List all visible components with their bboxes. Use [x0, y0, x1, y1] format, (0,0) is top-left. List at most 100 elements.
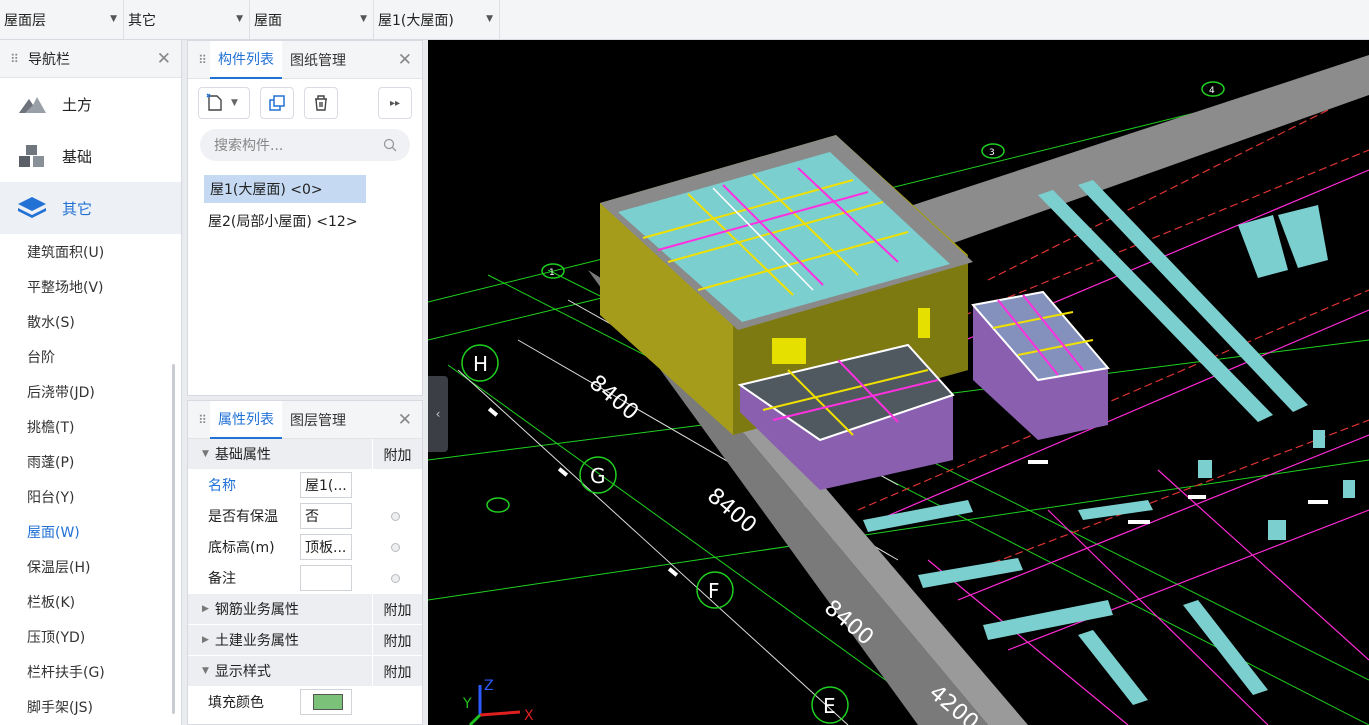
dimension-label: 8400	[584, 370, 643, 425]
chevron-down-icon: ▼	[231, 98, 238, 108]
color-swatch	[313, 694, 343, 710]
chevron-left-icon: ‹	[435, 407, 441, 421]
nav-sub-item[interactable]: 保温层(H)	[0, 549, 181, 584]
scrollbar[interactable]	[172, 364, 175, 714]
gizmo-y-label: Y	[462, 696, 472, 712]
add-checkbox[interactable]	[391, 543, 400, 552]
group-display-style[interactable]: ▼ 显示样式 附加	[188, 656, 422, 687]
component-toolbar: ▼ ▸▸	[188, 79, 422, 127]
add-checkbox[interactable]	[391, 574, 400, 583]
close-icon[interactable]: ✕	[157, 49, 171, 69]
axis-label-h: H	[473, 352, 488, 376]
gizmo-x-label: X	[524, 708, 534, 724]
more-tools-button[interactable]: ▸▸	[378, 87, 412, 119]
group-add-column: 附加	[372, 594, 422, 625]
property-value-input[interactable]: 顶板...	[300, 534, 352, 560]
item-select[interactable]: 屋1(大屋面) ▼	[374, 0, 500, 40]
nav-sub-item[interactable]: 建筑面积(U)	[0, 234, 181, 269]
add-checkbox[interactable]	[391, 512, 400, 521]
group-rebar-properties[interactable]: ▶ 钢筋业务属性 附加	[188, 594, 422, 625]
property-value-input[interactable]	[300, 565, 352, 591]
close-icon[interactable]: ✕	[398, 50, 412, 70]
property-label: 是否有保温	[208, 509, 278, 525]
axis-label-e: E	[823, 694, 836, 718]
property-row-fill-color: 填充颜色	[188, 687, 422, 718]
nav-sub-item[interactable]: 挑檐(T)	[0, 409, 181, 444]
type-select[interactable]: 其它 ▼	[124, 0, 250, 40]
group-label: 显示样式	[214, 664, 271, 680]
nav-sub-item[interactable]: 后浇带(JD)	[0, 374, 181, 409]
expand-icon: ▶	[202, 604, 209, 614]
delete-component-button[interactable]	[304, 87, 338, 119]
floor-select-value: 屋面层	[4, 13, 46, 29]
nav-sub-item[interactable]: 压顶(YD)	[0, 619, 181, 654]
component-list-panel: ⠿ 构件列表 图纸管理 ✕ ▼ ▸▸ 搜索构件... 屋1(大屋面) <0> 屋…	[187, 40, 423, 396]
axis-label-g: G	[590, 464, 606, 488]
floor-select[interactable]: 屋面层 ▼	[0, 0, 124, 40]
nav-sub-item[interactable]: 栏板(K)	[0, 584, 181, 619]
property-label: 填充颜色	[208, 695, 264, 711]
collapse-panel-handle[interactable]: ‹	[428, 376, 448, 452]
fill-color-swatch[interactable]	[300, 689, 352, 715]
property-label: 备注	[208, 571, 236, 587]
list-item-roof1[interactable]: 屋1(大屋面) <0>	[204, 175, 366, 203]
nav-sub-item[interactable]: 阳台(Y)	[0, 479, 181, 514]
new-file-icon	[206, 93, 222, 111]
search-input[interactable]: 搜索构件...	[200, 129, 410, 161]
drag-handle-icon[interactable]: ⠿	[188, 413, 210, 427]
cad-drawing: H G F E 1 3 4 8400 8400 8400 4200 Z X Y	[428, 55, 1369, 725]
group-add-column: 附加	[372, 439, 422, 470]
window	[772, 338, 806, 364]
3d-viewport[interactable]: H G F E 1 3 4 8400 8400 8400 4200 Z X Y	[428, 40, 1369, 725]
property-header: ⠿ 属性列表 图层管理 ✕	[188, 400, 422, 439]
property-value-input[interactable]: 否	[300, 503, 352, 529]
tab-drawing-management[interactable]: 图纸管理	[282, 41, 354, 79]
double-arrow-right-icon: ▸▸	[389, 97, 401, 109]
chevron-down-icon: ▼	[236, 14, 243, 24]
group-basic-properties[interactable]: ▼ 基础属性 附加	[188, 439, 422, 470]
copy-component-button[interactable]	[260, 87, 294, 119]
property-value-input[interactable]: 屋1(...	[300, 472, 352, 498]
nav-item-other[interactable]: 其它	[0, 182, 181, 234]
nav-sub-item[interactable]: 平整场地(V)	[0, 269, 181, 304]
chevron-down-icon: ▼	[486, 14, 493, 24]
tab-property-list[interactable]: 属性列表	[210, 400, 282, 439]
nav-item-label: 其它	[62, 199, 93, 218]
axis-gizmo: Z X Y	[462, 678, 534, 725]
new-component-button[interactable]: ▼	[198, 87, 250, 119]
terrain-icon	[16, 90, 48, 118]
element-select[interactable]: 屋面 ▼	[250, 0, 374, 40]
trash-icon	[315, 95, 327, 111]
search-icon[interactable]	[382, 137, 398, 153]
foundation-icon	[16, 142, 48, 170]
axis-number: 3	[989, 148, 995, 158]
tab-component-list[interactable]: 构件列表	[210, 40, 282, 79]
nav-item-earthwork[interactable]: 土方	[0, 78, 181, 130]
nav-sub-item[interactable]: 散水(S)	[0, 304, 181, 339]
group-add-column: 附加	[372, 625, 422, 656]
nav-sub-item[interactable]: 雨蓬(P)	[0, 444, 181, 479]
tab-layer-management[interactable]: 图层管理	[282, 401, 354, 439]
chevron-down-icon: ▼	[110, 14, 117, 24]
navigation-panel: ⠿ 导航栏 ✕ 土方 基础 其它 建筑面积(U) 平整场地(V) 散水(S) 台…	[0, 40, 182, 725]
component-list-header: ⠿ 构件列表 图纸管理 ✕	[188, 40, 422, 79]
collapse-icon: ▼	[202, 666, 209, 676]
group-civil-properties[interactable]: ▶ 土建业务属性 附加	[188, 625, 422, 656]
layers-icon	[16, 194, 48, 222]
property-row-name: 名称 屋1(...	[188, 470, 422, 501]
property-label: 名称	[208, 478, 236, 494]
drag-handle-icon[interactable]: ⠿	[0, 52, 22, 66]
list-item-roof2[interactable]: 屋2(局部小屋面) <12>	[202, 207, 408, 235]
nav-sub-item-roof[interactable]: 屋面(W)	[0, 514, 181, 549]
nav-sub-item[interactable]: 台阶	[0, 339, 181, 374]
close-icon[interactable]: ✕	[398, 410, 412, 430]
collapse-icon: ▼	[202, 449, 209, 459]
drag-handle-icon[interactable]: ⠿	[188, 53, 210, 67]
navigation-title: 导航栏	[28, 51, 70, 68]
property-row-insulation: 是否有保温 否	[188, 501, 422, 532]
group-label: 基础属性	[214, 447, 271, 463]
nav-item-foundation[interactable]: 基础	[0, 130, 181, 182]
nav-sub-item[interactable]: 栏杆扶手(G)	[0, 654, 181, 689]
nav-sub-item[interactable]: 脚手架(JS)	[0, 689, 181, 724]
axis-number: 4	[1209, 86, 1215, 96]
